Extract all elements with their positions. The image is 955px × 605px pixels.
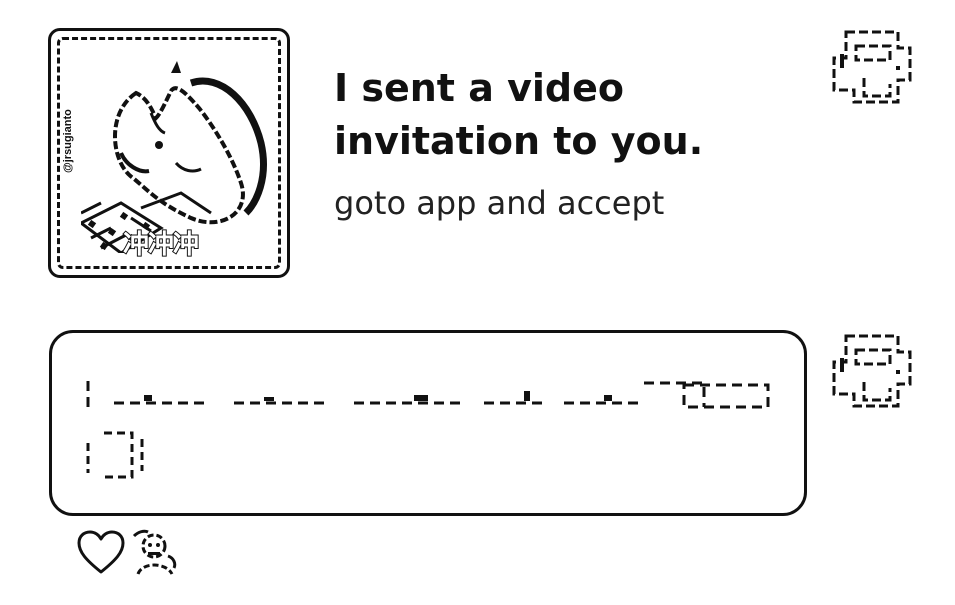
thumbnail-credit: @jrsugianto bbox=[62, 109, 74, 173]
sender-avatar[interactable] bbox=[826, 18, 918, 110]
invitation-title: I sent a video invitation to you. bbox=[334, 66, 704, 163]
invitation-subtitle: goto app and accept bbox=[334, 184, 665, 222]
redacted-message-text bbox=[86, 381, 770, 409]
heart-outline-icon[interactable] bbox=[76, 530, 126, 576]
thumbnail-figure-image bbox=[81, 61, 267, 253]
thumbnail-caption: 冲冲冲 bbox=[122, 229, 200, 261]
reactor-avatar-icon[interactable] bbox=[130, 528, 180, 580]
video-invitation-thumbnail[interactable]: @jrsugianto 冲冲冲 bbox=[48, 28, 290, 278]
sender-avatar-repeat[interactable] bbox=[826, 322, 918, 414]
redacted-message-emoji bbox=[86, 431, 144, 479]
message-bubble[interactable] bbox=[49, 330, 807, 516]
